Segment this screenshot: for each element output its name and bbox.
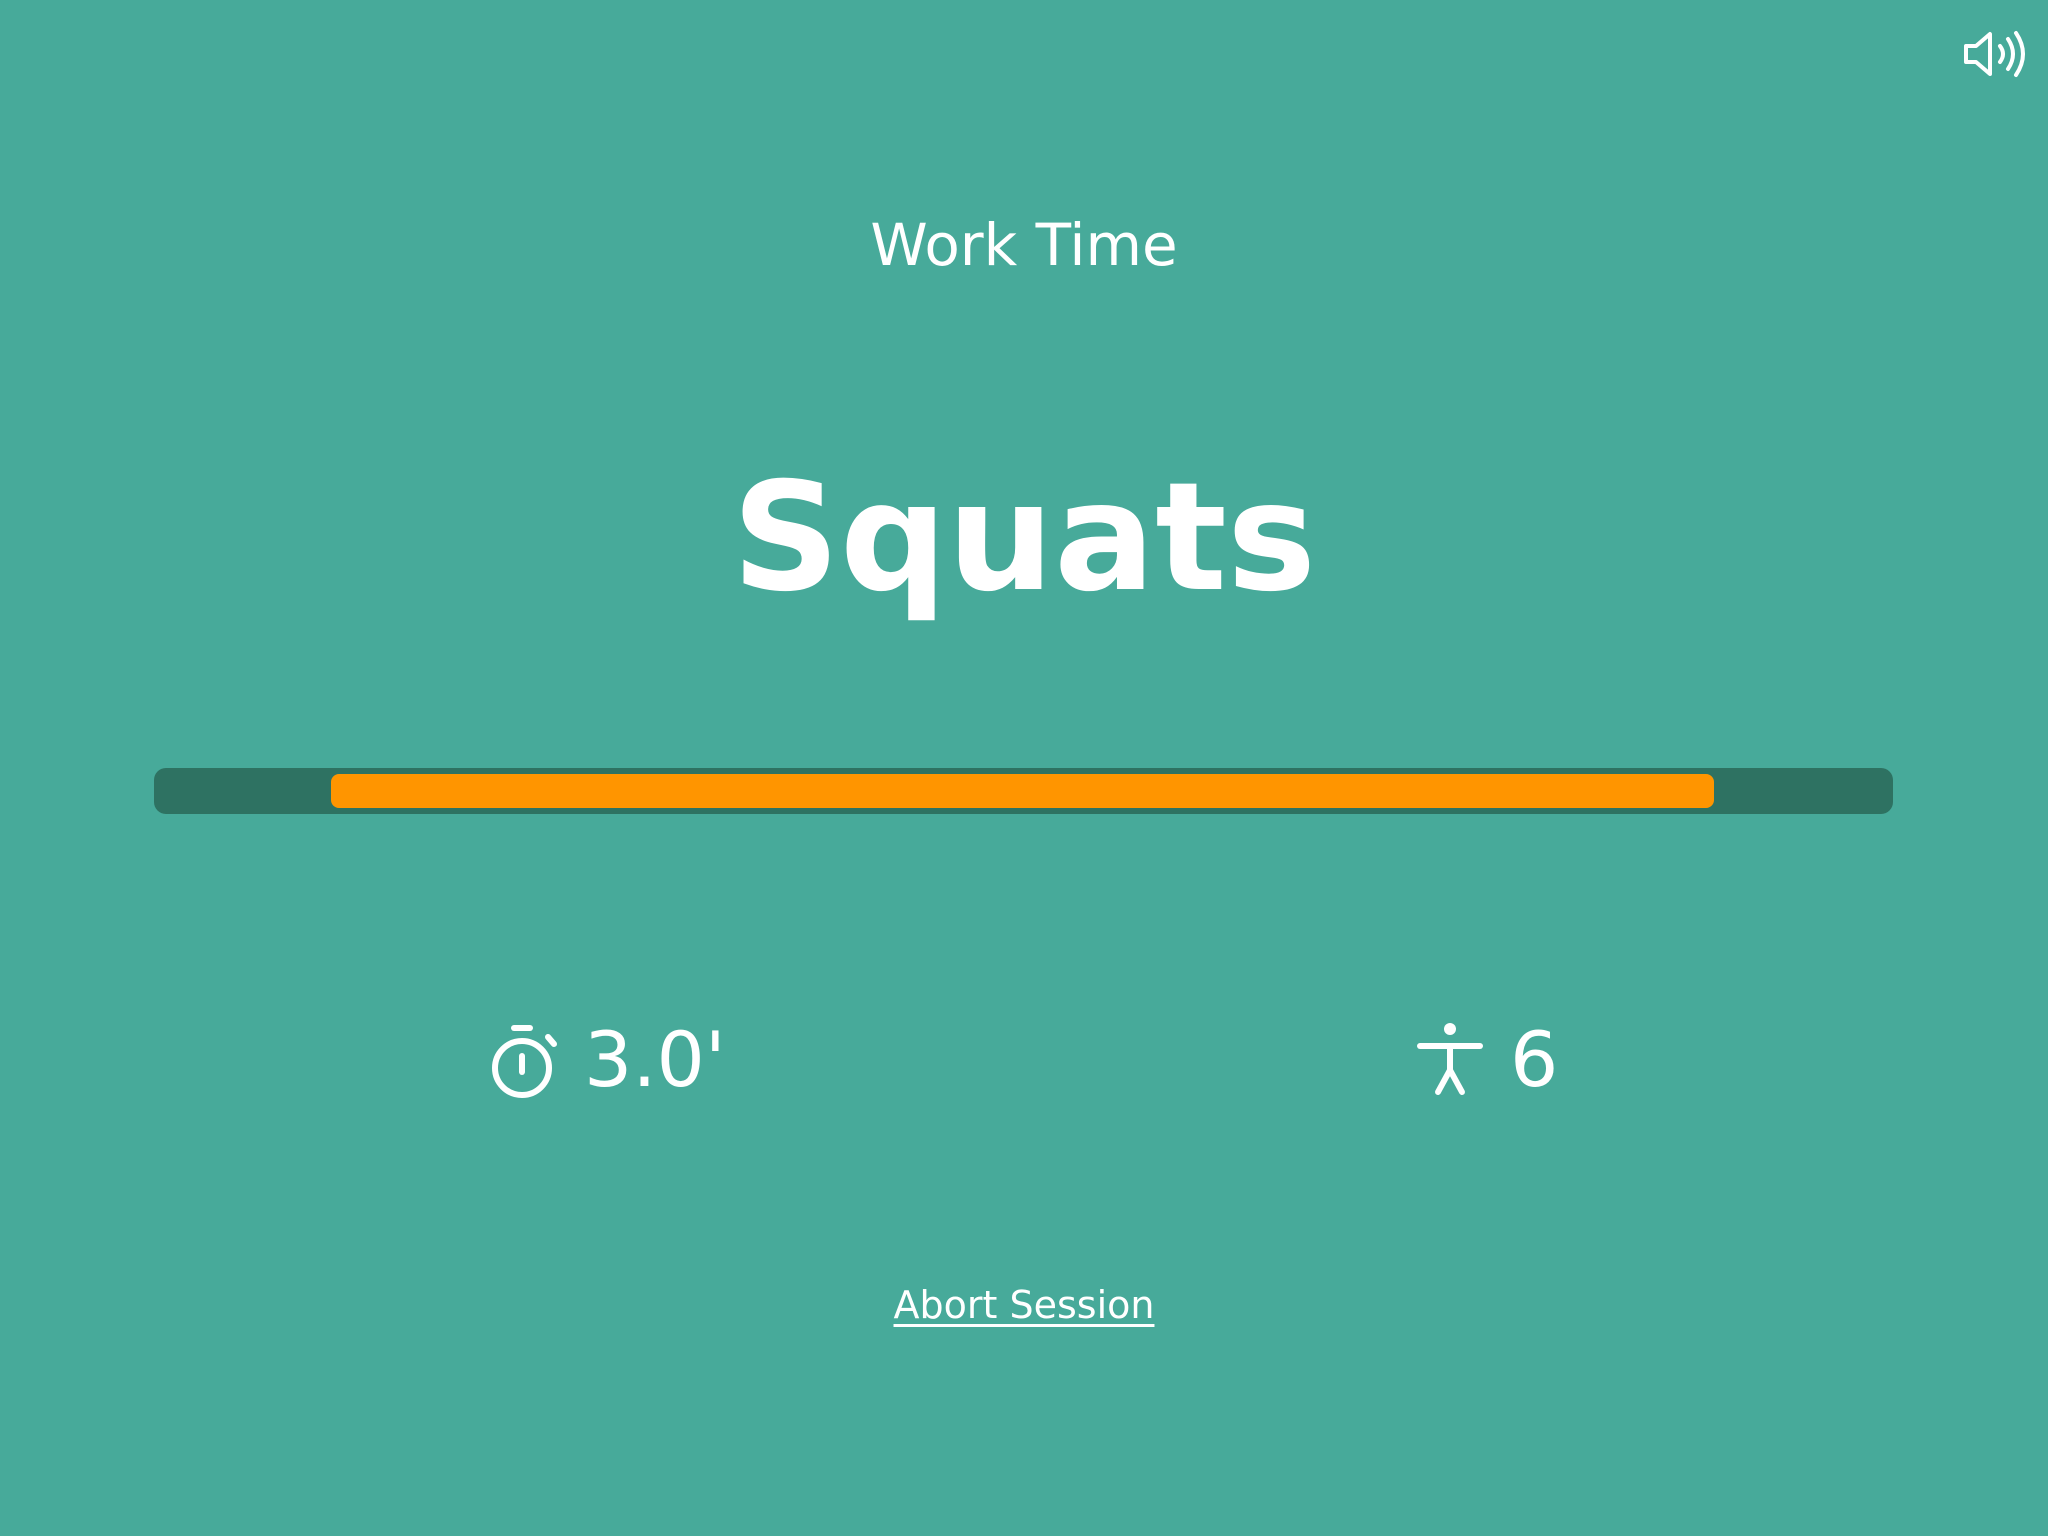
- phase-label: Work Time: [870, 211, 1178, 279]
- person-figure-icon: [1414, 1020, 1486, 1100]
- abort-session-container: Abort Session: [0, 1280, 2048, 1330]
- sound-toggle-button[interactable]: [1962, 28, 2028, 80]
- workout-screen: Work Time Squats 3.0' 6 Abort Session: [0, 0, 2048, 1536]
- abort-session-link[interactable]: Abort Session: [894, 1283, 1155, 1327]
- time-value: 3.0': [584, 1015, 726, 1104]
- time-stat: 3.0': [488, 1010, 726, 1110]
- progress-bar-fill: [331, 774, 1714, 808]
- exercise-name: Squats: [731, 451, 1317, 625]
- rounds-stat: 6: [1414, 1010, 1558, 1110]
- progress-bar: [154, 768, 1893, 814]
- speaker-volume-icon: [1964, 31, 2025, 77]
- stopwatch-icon: [488, 1020, 560, 1100]
- rounds-value: 6: [1510, 1015, 1559, 1104]
